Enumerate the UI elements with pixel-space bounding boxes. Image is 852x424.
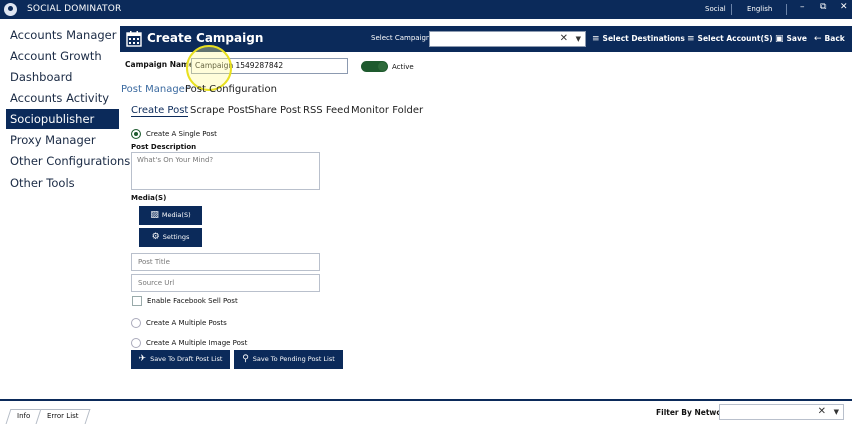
save-button[interactable]: ▣ Save	[775, 34, 807, 44]
tab-create-post[interactable]: Create Post	[131, 105, 189, 117]
image-icon: ▨	[150, 210, 159, 220]
list-icon: ≡	[592, 34, 600, 44]
back-label: Back	[824, 34, 845, 43]
campaign-name-label: Campaign Name	[125, 60, 194, 69]
sidebar-item-accounts-activity[interactable]: Accounts Activity	[6, 88, 119, 108]
tab-monitor-folder[interactable]: Monitor Folder	[351, 105, 423, 116]
title-bar: SOCIAL DOMINATOR Social English – ⧉ ✕	[0, 0, 852, 19]
select-accounts-label: Select Account(S)	[697, 34, 773, 43]
post-description-textarea[interactable]: What's On Your Mind?	[131, 152, 320, 190]
source-url-input[interactable]: Source Url	[131, 274, 320, 292]
save-draft-label: Save To Draft Post List	[150, 355, 223, 363]
title-divider	[786, 4, 787, 15]
sidebar-item-proxy-manager[interactable]: Proxy Manager	[6, 130, 119, 150]
chevron-down-icon[interactable]: ▼	[834, 408, 839, 416]
active-label: Active	[392, 63, 414, 71]
tab-error-list[interactable]: Error List	[35, 409, 90, 424]
calendar-icon	[126, 31, 142, 47]
select-campaign-label: Select Campaign	[371, 34, 431, 42]
post-title-input[interactable]: Post Title	[131, 253, 320, 271]
single-post-radio[interactable]	[131, 129, 141, 139]
sidebar-item-other-configurations[interactable]: Other Configurations	[6, 151, 130, 171]
media-button[interactable]: ▨ Media(S)	[139, 206, 202, 225]
sidebar-item-accounts-manager[interactable]: Accounts Manager	[6, 25, 119, 45]
restore-icon[interactable]: ⧉	[820, 2, 826, 12]
campaign-header: Create Campaign Select Campaign ✕ ▼ ≡ Sel…	[120, 26, 852, 52]
active-toggle[interactable]	[361, 61, 388, 72]
gear-icon: ⚙	[151, 232, 160, 242]
save-draft-button[interactable]: ✈ Save To Draft Post List	[131, 350, 230, 369]
select-accounts-button[interactable]: ≡ Select Account(S)	[687, 34, 773, 44]
settings-button[interactable]: ⚙ Settings	[139, 228, 202, 247]
media-button-label: Media(S)	[161, 211, 191, 219]
save-pending-label: Save To Pending Post List	[252, 355, 335, 363]
sidebar-item-sociopublisher[interactable]: Sociopublisher	[6, 109, 119, 129]
media-label: Media(S)	[131, 194, 167, 202]
app-title: SOCIAL DOMINATOR	[27, 4, 122, 14]
pending-icon: ⚲	[242, 354, 249, 364]
network-selector[interactable]: Social	[705, 5, 726, 13]
chevron-down-icon[interactable]: ▼	[576, 35, 581, 43]
app-logo-icon	[4, 3, 17, 16]
facebook-sell-label: Enable Facebook Sell Post	[147, 297, 238, 305]
save-label: Save	[786, 34, 807, 43]
save-pending-button[interactable]: ⚲ Save To Pending Post List	[234, 350, 343, 369]
post-manager-breadcrumb[interactable]: Post Manager	[121, 84, 189, 95]
clear-icon[interactable]: ✕	[818, 406, 826, 417]
pin-icon: ✈	[138, 354, 147, 364]
multiple-posts-radio[interactable]	[131, 318, 141, 328]
clear-icon[interactable]: ✕	[560, 33, 568, 44]
facebook-sell-checkbox[interactable]	[132, 296, 142, 306]
select-campaign-dropdown[interactable]: ✕ ▼	[429, 31, 586, 47]
save-icon: ▣	[775, 34, 784, 44]
select-destinations-button[interactable]: ≡ Select Destinations	[592, 34, 685, 44]
post-configuration-heading: Post Configuration	[185, 84, 277, 95]
back-arrow-icon: ←	[814, 34, 822, 44]
tab-share-post[interactable]: Share Post	[248, 105, 301, 116]
multiple-posts-label: Create A Multiple Posts	[146, 319, 227, 327]
page-title: Create Campaign	[147, 31, 264, 45]
list-icon: ≡	[687, 34, 695, 44]
multiple-image-label: Create A Multiple Image Post	[146, 339, 248, 347]
bottom-divider	[0, 399, 852, 401]
sidebar-item-other-tools[interactable]: Other Tools	[6, 173, 119, 193]
language-selector[interactable]: English	[747, 5, 772, 13]
select-destinations-label: Select Destinations	[602, 34, 685, 43]
multiple-image-radio[interactable]	[131, 338, 141, 348]
filter-network-dropdown[interactable]: ✕ ▼	[719, 404, 844, 420]
tab-error-list-label: Error List	[47, 412, 79, 420]
sidebar-item-account-growth[interactable]: Account Growth	[6, 46, 119, 66]
post-description-label: Post Description	[131, 143, 197, 151]
sidebar: Accounts Manager Account Growth Dashboar…	[0, 19, 130, 399]
minimize-icon[interactable]: –	[800, 2, 805, 12]
title-divider	[731, 4, 732, 15]
settings-button-label: Settings	[162, 233, 190, 241]
back-button[interactable]: ← Back	[814, 34, 845, 44]
sidebar-item-dashboard[interactable]: Dashboard	[6, 67, 119, 87]
tab-scrape-post[interactable]: Scrape Post	[190, 105, 249, 116]
tab-rss-feed[interactable]: RSS Feed	[303, 105, 350, 116]
tab-info-label: Info	[17, 412, 31, 420]
single-post-label: Create A Single Post	[146, 130, 217, 138]
close-icon[interactable]: ✕	[840, 2, 848, 12]
